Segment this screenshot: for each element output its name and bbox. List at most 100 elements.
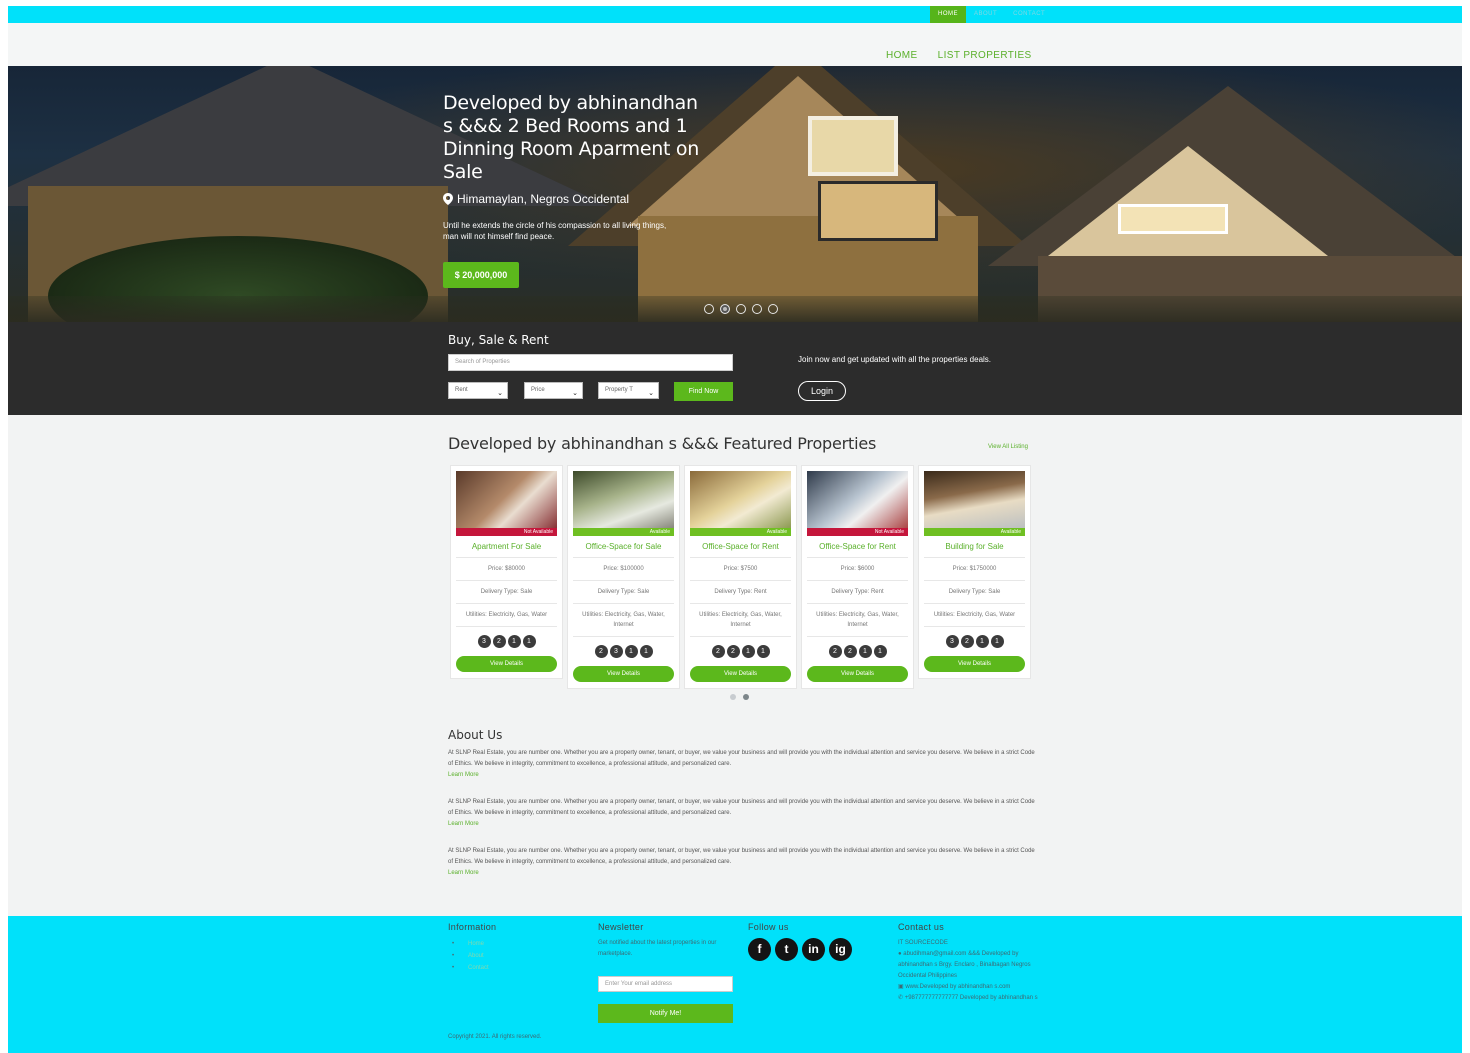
hero-price-button[interactable]: $ 20,000,000 [443, 262, 519, 288]
contact-phone: ✆ +987777777777777 Developed by abhinand… [898, 993, 1038, 1004]
property-utilities: Utilities: Electricity, Gas, Water, Inte… [807, 604, 908, 637]
top-nav-home[interactable]: HOME [930, 6, 966, 23]
bathroom-count-icon: 2 [492, 635, 506, 648]
learn-more-link[interactable]: Learn More [448, 819, 1038, 830]
search-input[interactable]: Search of Properties [448, 354, 733, 371]
login-button[interactable]: Login [798, 381, 846, 401]
bedroom-count-icon: 2 [828, 645, 842, 658]
find-now-button[interactable]: Find Now [674, 382, 733, 401]
footer-link-contact[interactable]: Contact [448, 962, 588, 974]
bedroom-count-icon: 3 [945, 635, 959, 648]
garage-count-icon: 1 [639, 645, 653, 658]
contact-address-text: abudihman@gmail.com &&& Developed by abh… [898, 951, 1031, 979]
hero-location: Himamaylan, Negros Occidental [443, 192, 703, 206]
property-utilities: Utilities: Electricity, Gas, Water, Inte… [573, 604, 674, 637]
slider-dot-3[interactable] [736, 304, 746, 314]
property-photo[interactable]: Available [924, 471, 1025, 536]
bathroom-count-icon: 2 [726, 645, 740, 658]
learn-more-link[interactable]: Learn More [448, 770, 1038, 781]
rent-select-value: Rent [455, 387, 468, 393]
view-details-button[interactable]: View Details [924, 656, 1025, 672]
top-nav-contact[interactable]: CONTACT [1005, 6, 1053, 23]
slider-dot-5[interactable] [768, 304, 778, 314]
hero-title: Developed by abhinandhan s &&& 2 Bed Roo… [443, 92, 699, 183]
property-photo[interactable]: Available [690, 471, 791, 536]
bathroom-count-icon: 2 [960, 635, 974, 648]
status-badge: Available [573, 528, 674, 536]
property-title[interactable]: Building for Sale [919, 542, 1030, 551]
phone-icon: ✆ [898, 995, 904, 1001]
kitchen-count-icon: 1 [741, 645, 755, 658]
footer-information: Information Home About Contact [448, 922, 588, 974]
facebook-icon[interactable]: f [748, 938, 771, 961]
site-footer: Information Home About Contact Newslette… [8, 916, 1462, 1053]
property-type-select[interactable]: Property T ⌄ [598, 382, 659, 399]
footer-newsletter-title: Newsletter [598, 922, 644, 932]
instagram-icon[interactable]: ig [829, 938, 852, 961]
property-photo[interactable]: Available [573, 471, 674, 536]
garage-count-icon: 1 [756, 645, 770, 658]
property-type-select-value: Property T [605, 387, 633, 393]
view-details-button[interactable]: View Details [456, 656, 557, 672]
carousel-dot-1[interactable] [730, 694, 736, 700]
status-badge: Available [924, 528, 1025, 536]
slider-dot-2[interactable] [720, 304, 730, 314]
bathroom-count-icon: 3 [609, 645, 623, 658]
search-section: Buy, Sale & Rent Search of Properties Re… [8, 322, 1462, 415]
property-feature-icons: 3 2 1 1 [451, 635, 562, 648]
slider-dot-1[interactable] [704, 304, 714, 314]
carousel-dot-2[interactable] [743, 694, 749, 700]
nav-home[interactable]: HOME [886, 50, 918, 61]
property-utilities: Utilities: Electricity, Gas, Water [924, 604, 1025, 627]
property-title[interactable]: Office-Space for Rent [802, 542, 913, 551]
page-frame-left [0, 0, 8, 1053]
contact-address: ● abudihman@gmail.com &&& Developed by a… [898, 949, 1038, 982]
top-nav-about[interactable]: ABOUT [966, 6, 1005, 23]
property-card: Available Office-Space for Rent Price: $… [684, 465, 797, 689]
slider-dot-4[interactable] [752, 304, 762, 314]
property-photo[interactable]: Not Available [456, 471, 557, 536]
property-card: Not Available Apartment For Sale Price: … [450, 465, 563, 679]
property-title[interactable]: Office-Space for Rent [685, 542, 796, 551]
hero-photo-window-right [1118, 204, 1228, 234]
contact-web-text[interactable]: www.Developed by abhinandhan s.com [905, 984, 1010, 990]
property-delivery-type: Delivery Type: Sale [573, 581, 674, 604]
notify-me-button[interactable]: Notify Me! [598, 1004, 733, 1023]
footer-contact: Contact us IT SOURCECODE ● abudihman@gma… [898, 922, 1038, 1004]
rent-select[interactable]: Rent ⌄ [448, 382, 508, 399]
map-pin-icon: ● [898, 951, 902, 957]
footer-link-home[interactable]: Home [448, 938, 588, 950]
footer-follow-title: Follow us [748, 922, 789, 932]
view-details-button[interactable]: View Details [807, 666, 908, 682]
contact-name: IT SOURCECODE [898, 940, 948, 946]
learn-more-link[interactable]: Learn More [448, 868, 1038, 879]
price-select[interactable]: Price ⌄ [524, 382, 583, 399]
garage-count-icon: 1 [990, 635, 1004, 648]
view-all-listing-link[interactable]: View All Listing [988, 444, 1028, 450]
linkedin-icon[interactable]: in [802, 938, 825, 961]
property-utilities: Utilities: Electricity, Gas, Water [456, 604, 557, 627]
page-frame-right [1462, 0, 1470, 1053]
property-delivery-type: Delivery Type: Sale [924, 581, 1025, 604]
view-details-button[interactable]: View Details [573, 666, 674, 682]
property-title[interactable]: Office-Space for Sale [568, 542, 679, 551]
property-delivery-type: Delivery Type: Rent [807, 581, 908, 604]
property-price: Price: $100000 [573, 557, 674, 581]
property-price: Price: $7500 [690, 557, 791, 581]
newsletter-text: Get notified about the latest properties… [598, 940, 717, 957]
property-title[interactable]: Apartment For Sale [451, 542, 562, 551]
property-photo[interactable]: Not Available [807, 471, 908, 536]
footer-link-about[interactable]: About [448, 950, 588, 962]
twitter-icon[interactable]: t [775, 938, 798, 961]
view-details-button[interactable]: View Details [690, 666, 791, 682]
nav-list-properties[interactable]: LIST PROPERTIES [938, 50, 1032, 61]
site-header: HOME LIST PROPERTIES [8, 23, 1462, 66]
social-icons: f t in ig [748, 938, 878, 961]
newsletter-email-input[interactable]: Enter Your email address [598, 976, 733, 992]
join-text: Join now and get updated with all the pr… [798, 355, 992, 364]
top-nav: HOME ABOUT CONTACT [930, 6, 1053, 23]
status-badge: Not Available [807, 528, 908, 536]
kitchen-count-icon: 1 [507, 635, 521, 648]
property-price: Price: $1750000 [924, 557, 1025, 581]
property-feature-icons: 2 2 1 1 [802, 645, 913, 658]
